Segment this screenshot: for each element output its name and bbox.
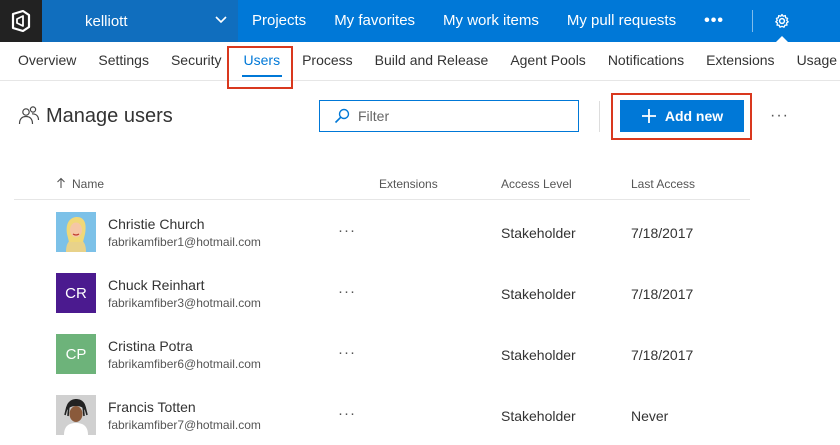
user-email: fabrikamfiber3@hotmail.com [108,296,261,310]
user-email: fabrikamfiber6@hotmail.com [108,357,261,371]
vsts-logo-icon[interactable] [0,0,42,42]
nav-my-favorites[interactable]: My favorites [320,0,429,42]
filter-input[interactable] [358,108,568,124]
last-access: 7/18/2017 [631,347,694,363]
top-bar: kelliott Projects My favorites My work i… [0,0,840,42]
avatar-initials-text: CR [65,284,87,302]
top-nav: Projects My favorites My work items My p… [238,0,803,42]
admin-subnav: Overview Settings Security Users Process… [0,42,840,81]
access-level[interactable]: Stakeholder [501,225,576,241]
user-name[interactable]: Chuck Reinhart [108,277,205,293]
nav-projects[interactable]: Projects [238,0,320,42]
tab-build-and-release[interactable]: Build and Release [364,42,500,81]
column-header-access-level[interactable]: Access Level [501,177,572,191]
access-level[interactable]: Stakeholder [501,286,576,302]
user-name[interactable]: Christie Church [108,216,204,232]
column-header-last-access[interactable]: Last Access [631,177,695,191]
tab-agent-pools[interactable]: Agent Pools [499,42,597,81]
nav-my-pull-requests[interactable]: My pull requests [553,0,690,42]
avatar-image [56,395,96,435]
table-row[interactable]: Christie Church fabrikamfiber1@hotmail.c… [0,201,840,262]
chevron-down-icon [214,13,228,31]
last-access: 7/18/2017 [631,225,694,241]
last-access: Never [631,408,669,424]
org-selector[interactable]: kelliott [42,0,238,42]
avatar-initials: CP [56,334,96,374]
nav-divider [751,10,753,32]
avatar-initials-text: CP [65,345,87,363]
table-row[interactable]: CP Cristina Potra fabrikamfiber6@hotmail… [0,323,840,384]
user-name[interactable]: Francis Totten [108,399,196,415]
add-new-highlight [611,93,752,140]
tab-overview[interactable]: Overview [7,42,87,81]
gear-icon [775,13,789,28]
row-more-button[interactable]: ··· [338,283,356,300]
tab-security[interactable]: Security [160,42,233,81]
avatar-image [56,212,96,252]
avatar-initials: CR [56,273,96,313]
header-divider [599,101,600,132]
nav-more-button[interactable]: ••• [690,12,738,30]
tab-settings[interactable]: Settings [87,42,160,81]
settings-gear-button[interactable] [761,0,803,42]
table-row[interactable]: Francis Totten fabrikamfiber7@hotmail.co… [0,384,840,445]
tab-notifications[interactable]: Notifications [597,42,695,81]
last-access: 7/18/2017 [631,286,694,302]
search-icon [334,108,350,124]
sort-ascending-icon[interactable] [56,177,66,192]
nav-my-work-items[interactable]: My work items [429,0,553,42]
access-level[interactable]: Stakeholder [501,347,576,363]
user-name[interactable]: Cristina Potra [108,338,193,354]
access-level[interactable]: Stakeholder [501,408,576,424]
tab-process[interactable]: Process [291,42,364,81]
user-email: fabrikamfiber7@hotmail.com [108,418,261,432]
column-header-name[interactable]: Name [72,177,104,191]
user-email: fabrikamfiber1@hotmail.com [108,235,261,249]
row-more-button[interactable]: ··· [338,405,356,422]
page-title: Manage users [46,105,173,127]
table-row[interactable]: CR Chuck Reinhart fabrikamfiber3@hotmail… [0,262,840,323]
filter-box[interactable] [319,100,579,132]
row-more-button[interactable]: ··· [338,222,356,239]
page-more-button[interactable]: ··· [770,107,789,125]
row-more-button[interactable]: ··· [338,344,356,361]
column-header-extensions[interactable]: Extensions [379,177,438,191]
tab-extensions[interactable]: Extensions [695,42,785,81]
org-name: kelliott [85,12,128,30]
users-icon [18,104,40,131]
table-header-divider [14,199,750,200]
users-tab-highlight [227,46,293,89]
tab-usage[interactable]: Usage [786,42,840,81]
